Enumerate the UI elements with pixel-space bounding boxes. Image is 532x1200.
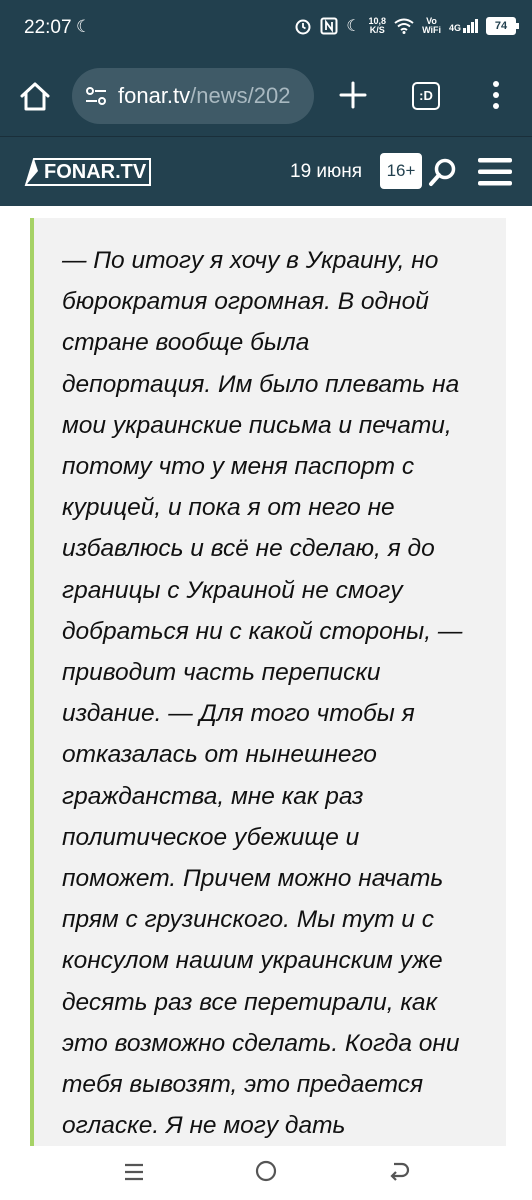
- quote-line: потому что у меня паспорт с: [62, 453, 415, 481]
- blockquote: — По итогу я хочу в Украину, но бюрократи…: [30, 218, 506, 1146]
- alarm-icon: [295, 19, 311, 35]
- signal-icon: 4G: [449, 19, 478, 33]
- recent-apps-icon[interactable]: [122, 1160, 146, 1184]
- quote-line: тебя вывозят, это предается: [62, 1071, 424, 1099]
- home-icon[interactable]: [18, 80, 52, 114]
- quote-line: бюрократия огромная. В одной: [62, 288, 429, 316]
- system-nav-bar: [0, 1146, 532, 1200]
- status-time: 22:07: [24, 17, 72, 38]
- battery-icon: 74: [486, 17, 519, 35]
- tab-switcher-button[interactable]: :D: [412, 82, 440, 110]
- status-bar: 22:07 ☾ ☾ 10,8 K/S Vo WiFi 4G 74: [0, 0, 532, 58]
- logo-text: FONAR.TV: [44, 161, 147, 183]
- quote-line: приводит часть переписки: [62, 659, 381, 687]
- header-date: 19 июня: [290, 161, 363, 182]
- moon-icon: ☾: [76, 17, 92, 36]
- back-icon[interactable]: [386, 1159, 412, 1185]
- site-logo[interactable]: FONAR.TV: [24, 157, 152, 187]
- quote-line: курицей, и пока я от него не: [62, 494, 395, 522]
- browser-toolbar: fonar.tv/news/202 :D: [0, 58, 532, 136]
- quote-line: отказалась от нынешнего: [62, 741, 377, 769]
- quote-text: — По итогу я хочу в Украину, но бюрократи…: [62, 240, 498, 1146]
- quote-line: избавлюсь и всё не сделаю, я до: [62, 535, 435, 563]
- quote-line: прям с грузинского. Мы тут и с: [62, 906, 434, 934]
- url-text[interactable]: fonar.tv/news/202: [118, 83, 290, 109]
- nfc-icon: [320, 17, 338, 35]
- wifi-icon: [394, 18, 414, 34]
- more-vert-icon[interactable]: [490, 80, 502, 110]
- nav-home-icon[interactable]: [254, 1159, 278, 1183]
- quote-line: границы с Украиной не смогу: [62, 576, 403, 604]
- quote-line: стране вообще была: [62, 329, 310, 357]
- quote-line: десять раз все перетирали, как: [62, 988, 438, 1016]
- quote-line: политическое убежище и: [62, 823, 360, 851]
- age-rating-badge: 16+: [380, 153, 422, 189]
- quote-line: — По итогу я хочу в Украину, но: [62, 247, 439, 274]
- search-icon[interactable]: [428, 157, 458, 187]
- status-icons: ☾ 10,8 K/S Vo WiFi 4G 74: [294, 16, 519, 36]
- plus-icon[interactable]: [338, 80, 368, 110]
- net-speed: 10,8 K/S: [368, 16, 387, 35]
- quote-line: добраться ни с какой стороны, —: [62, 617, 463, 645]
- quote-line: это возможно сделать. Когда они: [62, 1029, 460, 1057]
- address-bar[interactable]: fonar.tv/news/202: [72, 68, 314, 124]
- url-host: fonar.tv: [118, 83, 191, 108]
- site-header: FONAR.TV 19 июня 16+: [0, 136, 532, 207]
- hamburger-icon[interactable]: [478, 157, 512, 187]
- article-content: — По итогу я хочу в Украину, но бюрократи…: [0, 206, 532, 1146]
- url-path: /news/202: [190, 83, 291, 108]
- quote-line: издание. — Для того чтобы я: [62, 700, 415, 728]
- quote-line: поможет. Причем можно начать: [62, 865, 444, 893]
- tune-icon[interactable]: [84, 84, 108, 108]
- quote-line: депортация. Им было плевать на: [62, 370, 460, 398]
- quote-line: консулом нашим украинским уже: [62, 947, 443, 975]
- quote-line: гражданства, мне как раз: [62, 782, 364, 810]
- quote-line: огласке. Я не могу дать: [62, 1112, 346, 1140]
- vowifi-label: Vo WiFi: [422, 16, 441, 35]
- quote-line: мои украинские письма и печати,: [62, 411, 452, 439]
- dnd-moon-icon: ☾: [346, 18, 361, 35]
